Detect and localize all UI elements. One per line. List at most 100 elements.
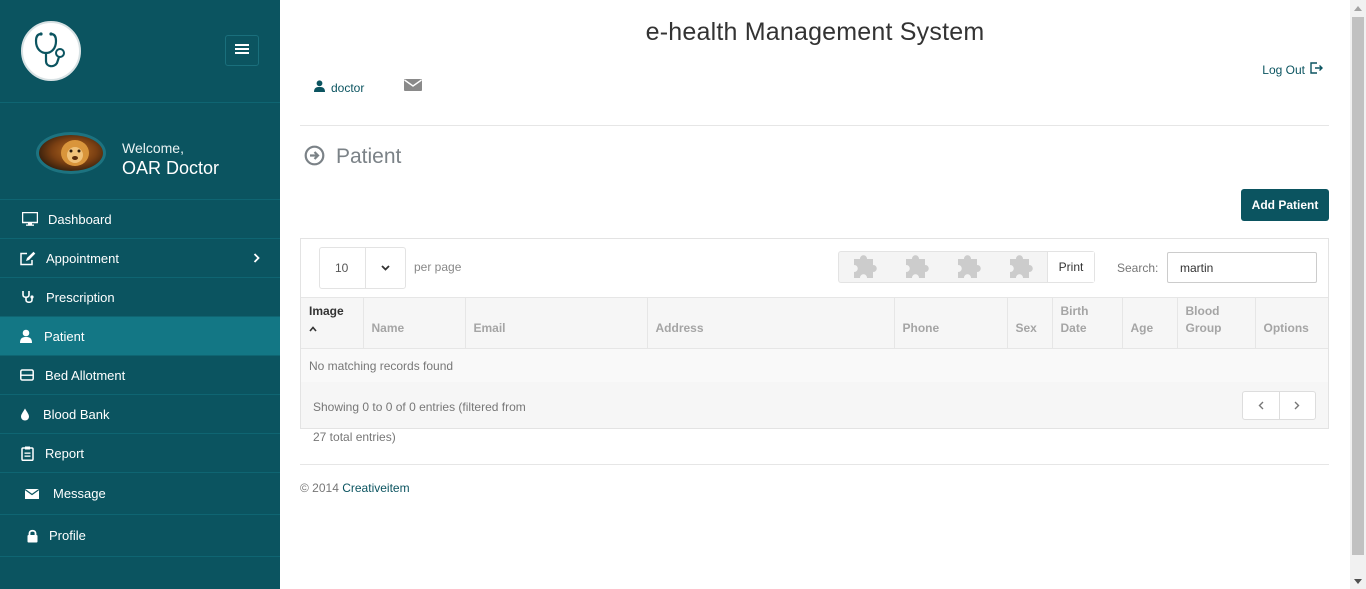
drop-icon [15, 406, 35, 422]
stethoscope-icon [18, 289, 38, 305]
sidebar-item-blood-bank[interactable]: Blood Bank [0, 395, 280, 434]
sidebar-item-label: Profile [49, 528, 86, 543]
puzzle-icon [954, 252, 984, 283]
column-header-image[interactable]: Image [301, 297, 364, 349]
sidebar-item-label: Appointment [46, 250, 119, 266]
column-label: Email [473, 321, 506, 335]
sidebar-item-message[interactable]: Message [0, 473, 280, 515]
print-button[interactable]: Print [1047, 252, 1094, 282]
chevron-right-icon [253, 250, 260, 266]
user-menu-link[interactable]: doctor [314, 80, 364, 95]
user-name: OAR Doctor [122, 158, 220, 178]
sidebar-item-label: Patient [44, 328, 85, 344]
clipboard-icon [17, 445, 37, 461]
chevron-down-icon [366, 248, 405, 288]
scrollbar-thumb[interactable] [1352, 17, 1364, 555]
sidebar-item-bed-allotment[interactable]: Bed Allotment [0, 356, 280, 395]
bed-icon [17, 367, 37, 383]
menu-toggle-button[interactable] [225, 35, 259, 66]
logout-label: Log Out [1262, 62, 1305, 77]
table-footer: Showing 0 to 0 of 0 entries (filtered fr… [301, 382, 1328, 428]
user-icon [314, 80, 325, 95]
column-header-phone[interactable]: Phone [894, 297, 1008, 349]
column-label: Age [1130, 321, 1154, 335]
column-label: Sex [1015, 321, 1037, 335]
sidebar-item-label: Report [45, 445, 85, 461]
hamburger-icon [235, 43, 249, 58]
envelope-icon [404, 79, 422, 95]
sidebar-item-appointment[interactable]: Appointment [0, 239, 280, 278]
patient-table: Image Name Email Address Phone Sex Birth… [301, 297, 1328, 383]
sort-asc-icon [309, 321, 317, 335]
user-icon [16, 328, 36, 344]
messages-link[interactable] [404, 79, 422, 95]
per-page-label: per page [414, 260, 462, 274]
column-header-address[interactable]: Address [647, 297, 895, 349]
main-content: e-health Management System doctor Log Ou… [280, 0, 1350, 589]
column-label: Blood Group [1185, 304, 1222, 335]
column-header-sex[interactable]: Sex [1007, 297, 1053, 349]
footer: © 2014 Creativeitem [300, 481, 410, 495]
copyright: © 2014 [300, 481, 339, 495]
puzzle-icon [1006, 252, 1036, 283]
column-label: Name [371, 321, 405, 335]
export-button-1[interactable] [839, 252, 891, 282]
column-label: Address [655, 321, 704, 335]
logout-link[interactable]: Log Out [1262, 62, 1323, 77]
sidebar: Welcome, OAR Doctor Dashboard Appointmen… [0, 0, 280, 589]
footer-divider [300, 464, 1329, 465]
user-name-link: doctor [331, 80, 365, 95]
sidebar-item-label: Blood Bank [43, 406, 110, 422]
column-label: Image [309, 304, 344, 318]
monitor-icon [20, 211, 40, 227]
sidebar-item-profile[interactable]: Profile [0, 515, 280, 557]
edit-icon [18, 250, 38, 266]
page-length-select[interactable]: 10 [319, 247, 406, 289]
next-page-button[interactable] [1278, 392, 1316, 419]
column-label: Options [1263, 321, 1309, 335]
search-input[interactable] [1167, 252, 1317, 283]
table-info: Showing 0 to 0 of 0 entries (filtered fr… [313, 400, 526, 414]
puzzle-icon [850, 252, 880, 283]
sidebar-item-dashboard[interactable]: Dashboard [0, 200, 280, 239]
scroll-up-icon[interactable] [1350, 0, 1366, 16]
envelope-icon [22, 486, 42, 502]
page-length-value: 10 [320, 248, 366, 288]
sidebar-item-report[interactable]: Report [0, 434, 280, 473]
sidebar-item-label: Dashboard [48, 211, 112, 227]
column-header-options[interactable]: Options [1255, 297, 1328, 349]
creativeitem-link[interactable]: Creativeitem [342, 481, 409, 495]
sidebar-header [0, 0, 280, 103]
header-divider [300, 125, 1329, 126]
sidebar-item-label: Bed Allotment [45, 367, 126, 383]
table-header-row: Image Name Email Address Phone Sex Birth… [301, 297, 1328, 349]
sidebar-item-label: Prescription [46, 289, 115, 305]
previous-page-button[interactable] [1243, 392, 1279, 419]
scroll-down-icon[interactable] [1350, 573, 1366, 589]
export-button-2[interactable] [891, 252, 943, 282]
export-button-3[interactable] [943, 252, 995, 282]
user-welcome: Welcome, OAR Doctor [0, 103, 280, 200]
column-header-name[interactable]: Name [363, 297, 466, 349]
sidebar-item-label: Message [53, 486, 106, 501]
logout-icon [1310, 62, 1323, 77]
page-scrollbar[interactable] [1350, 0, 1366, 589]
sidebar-item-prescription[interactable]: Prescription [0, 278, 280, 317]
export-button-4[interactable] [995, 252, 1047, 282]
chevron-right-icon [1294, 398, 1300, 413]
column-header-age[interactable]: Age [1122, 297, 1178, 349]
add-patient-button[interactable]: Add Patient [1241, 189, 1329, 221]
column-header-email[interactable]: Email [465, 297, 648, 349]
column-header-birth-date[interactable]: Birth Date [1052, 297, 1123, 349]
column-header-blood-group[interactable]: Blood Group [1177, 297, 1256, 349]
circle-arrow-right-icon [304, 145, 325, 169]
sidebar-item-patient[interactable]: Patient [0, 317, 280, 356]
pagination [1242, 391, 1316, 420]
chevron-left-icon [1258, 398, 1264, 413]
site-title: e-health Management System [645, 18, 985, 46]
stethoscope-logo-icon[interactable] [21, 21, 81, 81]
puzzle-icon [902, 252, 932, 283]
export-button-group: Print [838, 251, 1095, 283]
page-title: Patient [336, 145, 402, 168]
patient-table-panel: 10 per page Print Search: Image Name Ema… [300, 238, 1329, 429]
